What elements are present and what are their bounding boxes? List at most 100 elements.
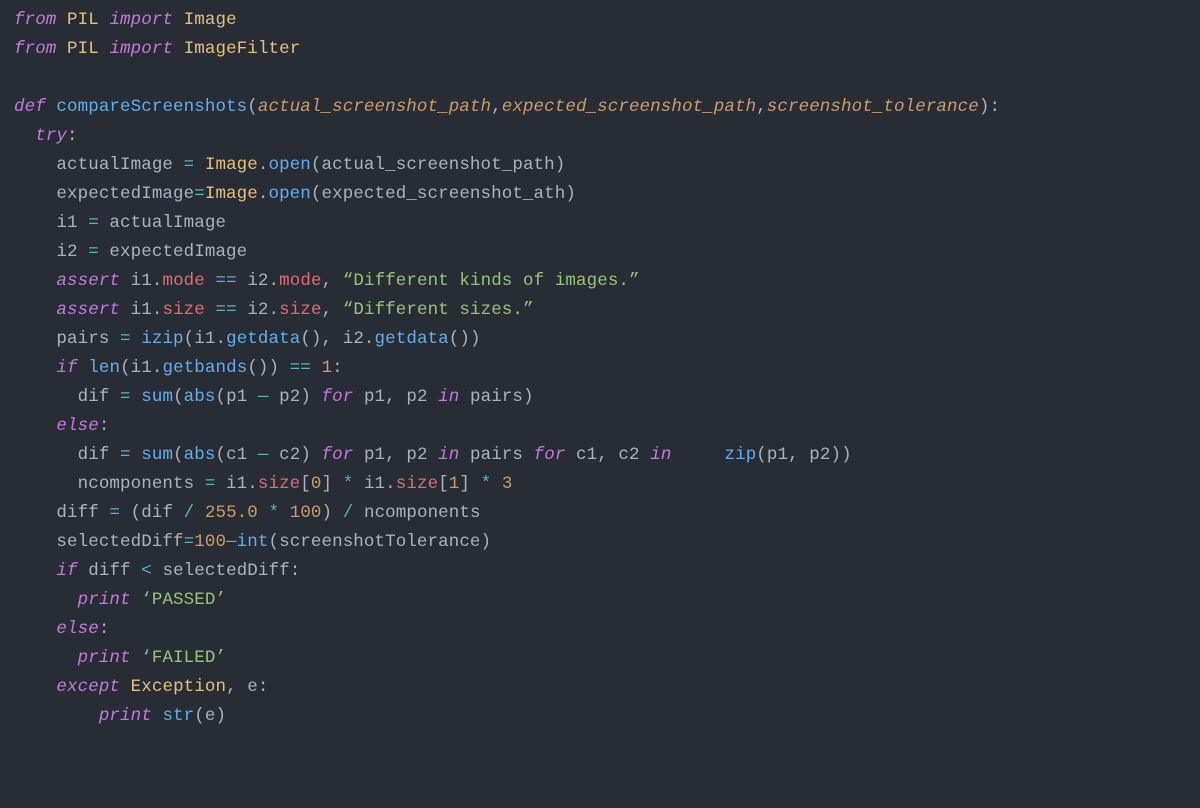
code-token: (p1: [215, 387, 257, 407]
code-token: =: [120, 329, 131, 349]
code-token: :: [67, 126, 78, 146]
code-token: (i1.: [184, 329, 226, 349]
code-token: [14, 126, 35, 146]
code-token: [78, 358, 89, 378]
code-token: open: [268, 155, 310, 175]
code-token: getdata: [226, 329, 300, 349]
code-token: <: [141, 561, 152, 581]
code-token: [131, 590, 142, 610]
code-token: zip: [724, 445, 756, 465]
code-token: ()): [247, 358, 289, 378]
code-token: from: [14, 10, 56, 30]
code-token: [120, 677, 131, 697]
code-token: size: [258, 474, 300, 494]
code-token: ==: [216, 300, 237, 320]
code-token: [131, 329, 142, 349]
code-token: print: [78, 648, 131, 668]
code-token: [194, 503, 205, 523]
code-token: [279, 503, 290, 523]
code-token: ‘PASSED’: [141, 590, 226, 610]
code-token: size: [162, 300, 204, 320]
code-token: for: [322, 445, 354, 465]
code-token: actual_screenshot_path: [258, 97, 491, 117]
code-token: [205, 271, 216, 291]
code-token: [671, 445, 724, 465]
code-token: *: [481, 474, 492, 494]
code-token: —: [258, 387, 269, 407]
code-token: 1: [449, 474, 460, 494]
code-token: ):: [979, 97, 1000, 117]
code-token: =: [88, 242, 99, 262]
code-token: actualImage: [99, 213, 226, 233]
code-token: size: [279, 300, 321, 320]
code-token: import: [109, 10, 173, 30]
code-token: ncomponents: [353, 503, 480, 523]
code-token: [131, 445, 142, 465]
code-token: [491, 474, 502, 494]
code-token: selectedDiff:: [152, 561, 300, 581]
code-token: .: [258, 184, 269, 204]
code-token: :: [99, 619, 110, 639]
code-token: ‘FAILED’: [141, 648, 226, 668]
code-token: p1, p2: [353, 387, 438, 407]
code-token: 255.0: [205, 503, 258, 523]
code-token: pairs: [14, 329, 120, 349]
code-token: [311, 358, 322, 378]
code-token: [99, 39, 110, 59]
code-token: [14, 590, 78, 610]
code-token: ,: [322, 300, 343, 320]
code-token: (expected_screenshot_ath): [311, 184, 576, 204]
code-token: [152, 706, 163, 726]
code-token: [: [438, 474, 449, 494]
code-token: screenshot_tolerance: [767, 97, 979, 117]
code-token: actualImage: [14, 155, 184, 175]
code-token: c1, c2: [565, 445, 650, 465]
code-token: Exception: [131, 677, 226, 697]
code-token: i1.: [215, 474, 257, 494]
code-token: assert: [56, 271, 120, 291]
code-token: [194, 155, 205, 175]
code-token: [14, 706, 99, 726]
code-token: [14, 416, 56, 436]
code-token: [14, 561, 56, 581]
code-token: —: [226, 532, 237, 552]
code-token: [: [300, 474, 311, 494]
code-token: (screenshotTolerance): [268, 532, 491, 552]
code-token: (: [173, 387, 184, 407]
code-token: in: [438, 445, 459, 465]
code-token: else: [56, 619, 98, 639]
code-token: in: [438, 387, 459, 407]
code-token: else: [56, 416, 98, 436]
code-token: if: [56, 358, 77, 378]
code-token: size: [396, 474, 438, 494]
code-token: in: [650, 445, 671, 465]
code-token: PIL: [67, 10, 99, 30]
code-token: dif: [14, 387, 120, 407]
code-token: compareScreenshots: [56, 97, 247, 117]
code-token: —: [258, 445, 269, 465]
code-token: for: [534, 445, 566, 465]
code-editor[interactable]: from PIL import Image from PIL import Im…: [0, 0, 1200, 731]
code-token: i2.: [237, 271, 279, 291]
code-token: [14, 300, 56, 320]
code-token: Image: [205, 155, 258, 175]
code-token: selectedDiff: [14, 532, 184, 552]
code-token: [56, 10, 67, 30]
code-token: ,: [322, 271, 343, 291]
code-token: p2): [269, 387, 322, 407]
code-token: mode: [279, 271, 321, 291]
code-token: sum: [141, 387, 173, 407]
code-token: import: [109, 39, 173, 59]
code-token: expected_screenshot_path: [502, 97, 756, 117]
code-token: Image: [205, 184, 258, 204]
code-token: pairs): [459, 387, 533, 407]
code-token: ()): [449, 329, 481, 349]
code-token: [46, 97, 57, 117]
code-token: (), i2.: [300, 329, 374, 349]
code-token: PIL: [67, 39, 99, 59]
code-token: try: [35, 126, 67, 146]
code-token: ,: [756, 97, 767, 117]
code-token: expectedImage: [99, 242, 247, 262]
code-token: =: [88, 213, 99, 233]
code-token: abs: [184, 387, 216, 407]
